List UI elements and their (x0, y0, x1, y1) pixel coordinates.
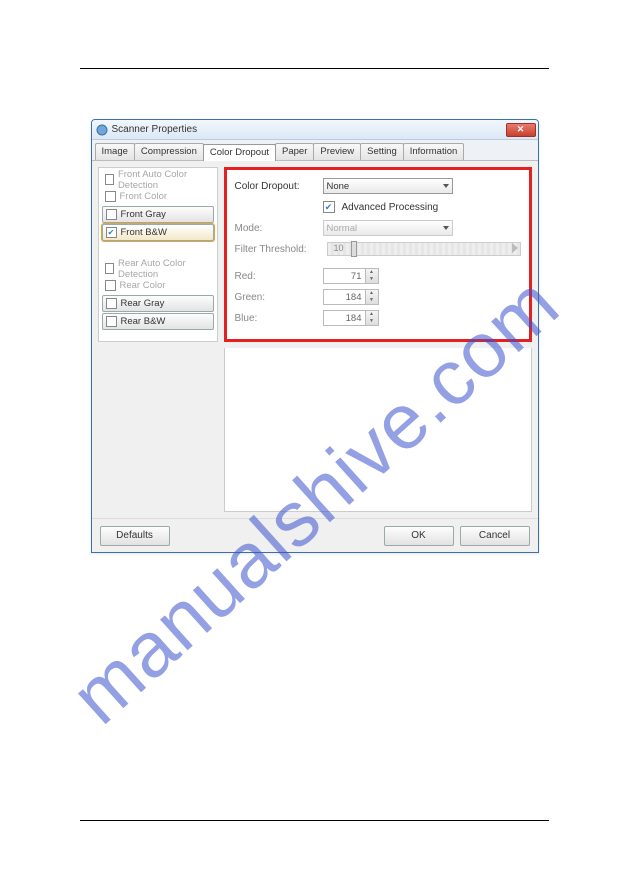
up-icon[interactable]: ▲ (366, 269, 378, 276)
tab-compression[interactable]: Compression (134, 143, 204, 160)
sidebar: Front Auto Color DetectionFront Color Fro… (98, 167, 218, 342)
up-icon[interactable]: ▲ (366, 311, 378, 318)
tab-preview[interactable]: Preview (313, 143, 361, 160)
chevron-down-icon (443, 184, 449, 188)
advanced-processing-label: Advanced Processing (342, 202, 439, 213)
close-icon: ✕ (517, 125, 525, 134)
tab-paper[interactable]: Paper (275, 143, 314, 160)
defaults-button[interactable]: Defaults (100, 526, 170, 546)
scanner-properties-window: Scanner Properties ✕ ImageCompressionCol… (91, 119, 539, 553)
checkbox[interactable]: ✔ (106, 227, 117, 238)
filter-threshold-label: Filter Threshold: (235, 244, 323, 255)
checkbox[interactable] (105, 280, 116, 291)
blue-input[interactable] (323, 310, 365, 326)
tab-setting[interactable]: Setting (360, 143, 404, 160)
down-icon[interactable]: ▼ (366, 318, 378, 325)
sidebar-item-rear-color[interactable]: Rear Color (102, 277, 214, 294)
slider-thumb[interactable] (351, 241, 357, 257)
tab-image[interactable]: Image (95, 143, 135, 160)
page-rule-top (80, 68, 549, 69)
slider-end-icon (512, 243, 518, 253)
red-input[interactable] (323, 268, 365, 284)
checkbox[interactable] (106, 298, 117, 309)
tab-information[interactable]: Information (403, 143, 465, 160)
sidebar-item-label: Rear Color (120, 280, 166, 291)
color-dropout-panel: Color Dropout: None ✔ Advanced Processin… (224, 167, 532, 342)
sidebar-item-label: Front Auto Color Detection (118, 169, 211, 191)
sidebar-item-label: Front Color (120, 191, 168, 202)
close-button[interactable]: ✕ (506, 123, 536, 137)
sidebar-item-front-gray[interactable]: Front Gray (102, 206, 214, 223)
chevron-down-icon (443, 226, 449, 230)
sidebar-item-front-b-w[interactable]: ✔ Front B&W (102, 224, 214, 241)
page-rule-bottom (80, 820, 549, 821)
color-dropout-value: None (327, 181, 350, 192)
green-label: Green: (235, 292, 323, 303)
filter-threshold-value: 10 (334, 243, 344, 253)
sidebar-item-label: Rear B&W (121, 316, 166, 327)
sidebar-item-front-color[interactable]: Front Color (102, 188, 214, 205)
sidebar-item-label: Front B&W (121, 227, 167, 238)
color-dropout-label: Color Dropout: (235, 181, 323, 192)
red-label: Red: (235, 271, 323, 282)
mode-value: Normal (327, 223, 358, 234)
red-spinner[interactable]: ▲▼ (323, 268, 381, 284)
checkbox[interactable] (105, 263, 115, 274)
window-title: Scanner Properties (112, 124, 198, 135)
checkbox[interactable] (106, 209, 117, 220)
sidebar-item-label: Rear Gray (121, 298, 165, 309)
mode-combo[interactable]: Normal (323, 220, 453, 236)
mode-label: Mode: (235, 223, 323, 234)
down-icon[interactable]: ▼ (366, 276, 378, 283)
advanced-processing-checkbox[interactable]: ✔ (323, 201, 335, 213)
tab-row: ImageCompressionColor DropoutPaperPrevie… (92, 140, 538, 161)
down-icon[interactable]: ▼ (366, 297, 378, 304)
titlebar: Scanner Properties ✕ (92, 120, 538, 140)
checkbox[interactable] (106, 316, 117, 327)
sidebar-item-front-auto-color-detection[interactable]: Front Auto Color Detection (102, 171, 214, 188)
sidebar-item-rear-b-w[interactable]: Rear B&W (102, 313, 214, 330)
green-spinner[interactable]: ▲▼ (323, 289, 381, 305)
checkbox[interactable] (105, 174, 114, 185)
blue-label: Blue: (235, 313, 323, 324)
lower-panel (224, 348, 532, 512)
button-row: Defaults OK Cancel (92, 518, 538, 552)
color-dropout-combo[interactable]: None (323, 178, 453, 194)
sidebar-item-label: Rear Auto Color Detection (118, 258, 210, 280)
sidebar-item-rear-gray[interactable]: Rear Gray (102, 295, 214, 312)
checkbox[interactable] (105, 191, 116, 202)
sidebar-item-rear-auto-color-detection[interactable]: Rear Auto Color Detection (102, 260, 214, 277)
blue-spinner[interactable]: ▲▼ (323, 310, 381, 326)
sidebar-item-label: Front Gray (121, 209, 166, 220)
up-icon[interactable]: ▲ (366, 290, 378, 297)
tab-color-dropout[interactable]: Color Dropout (203, 144, 276, 161)
green-input[interactable] (323, 289, 365, 305)
app-icon (96, 124, 108, 136)
filter-threshold-slider[interactable]: 10 (327, 242, 521, 256)
cancel-button[interactable]: Cancel (460, 526, 530, 546)
ok-button[interactable]: OK (384, 526, 454, 546)
